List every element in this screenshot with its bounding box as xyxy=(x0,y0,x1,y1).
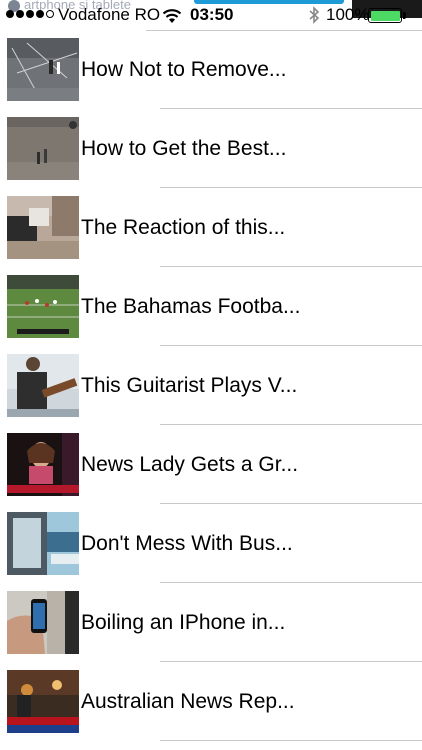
list-item[interactable]: News Lady Gets a Gr... xyxy=(0,425,422,504)
video-title: How Not to Remove... xyxy=(81,57,287,81)
video-title: This Guitarist Plays V... xyxy=(81,373,298,397)
status-bar-accent xyxy=(194,0,344,4)
video-title: The Reaction of this... xyxy=(81,215,286,239)
video-thumbnail[interactable] xyxy=(7,433,79,496)
video-title: Don't Mess With Bus... xyxy=(81,531,293,555)
video-title: The Bahamas Footba... xyxy=(81,294,301,318)
separator xyxy=(160,740,422,741)
video-title: How to Get the Best... xyxy=(81,136,287,160)
list-item[interactable]: Don't Mess With Bus... xyxy=(0,504,422,583)
list-item[interactable]: The Reaction of this... xyxy=(0,188,422,267)
video-thumbnail[interactable] xyxy=(7,591,79,654)
separator xyxy=(146,30,422,31)
video-thumbnail[interactable] xyxy=(7,275,79,338)
video-thumbnail[interactable] xyxy=(7,117,79,180)
video-thumbnail[interactable] xyxy=(7,38,79,101)
video-thumbnail[interactable] xyxy=(7,196,79,259)
list-item[interactable]: Australian News Rep... xyxy=(0,662,422,741)
video-thumbnail[interactable] xyxy=(7,670,79,733)
video-title: Australian News Rep... xyxy=(81,689,295,713)
list-item[interactable]: How Not to Remove... xyxy=(0,30,422,109)
status-bar: artphone si tablete Vodafone RO 03:50 10… xyxy=(0,0,422,30)
clock: 03:50 xyxy=(190,5,234,24)
carrier-name: Vodafone RO xyxy=(58,5,161,24)
signal-strength-icon xyxy=(6,10,54,18)
video-thumbnail[interactable] xyxy=(7,354,79,417)
list-item[interactable]: This Guitarist Plays V... xyxy=(0,346,422,425)
video-list: How Not to Remove... How to Get the Best… xyxy=(0,30,422,741)
list-item[interactable]: Boiling an IPhone in... xyxy=(0,583,422,662)
bluetooth-icon xyxy=(309,6,320,24)
list-item[interactable]: How to Get the Best... xyxy=(0,109,422,188)
list-item[interactable]: The Bahamas Footba... xyxy=(0,267,422,346)
battery-tip xyxy=(403,12,406,19)
battery-icon xyxy=(368,8,402,23)
video-title: Boiling an IPhone in... xyxy=(81,610,286,634)
wifi-icon xyxy=(162,9,182,23)
video-title: News Lady Gets a Gr... xyxy=(81,452,299,476)
battery-percentage: 100% xyxy=(326,5,370,24)
video-thumbnail[interactable] xyxy=(7,512,79,575)
